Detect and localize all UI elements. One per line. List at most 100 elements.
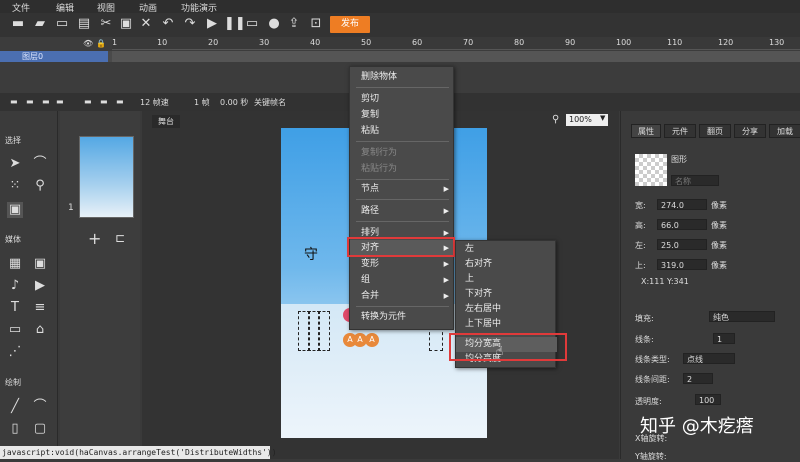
tab-properties[interactable]: 属性 [631, 124, 661, 138]
left-field[interactable]: 25.0 [657, 239, 707, 250]
tab-share[interactable]: 分享 [734, 124, 766, 138]
fill-select[interactable]: 纯色 [709, 311, 775, 322]
submenu-center-horizontal[interactable]: 左右居中 [456, 302, 557, 317]
menu-item-delete[interactable]: 删除物体 [350, 69, 455, 85]
timeline-ruler[interactable]: 1 10 20 30 40 50 60 70 80 90 100 110 120 130 [112, 37, 800, 50]
rect-tool-icon[interactable]: ▯ [7, 421, 23, 437]
line-gap-field[interactable]: 2 [683, 373, 713, 384]
folder-icon[interactable]: ▭ [54, 16, 70, 32]
handle-icon[interactable]: A [365, 333, 379, 347]
lock-icon[interactable]: 🔒 [96, 39, 106, 48]
height-field[interactable]: 66.0 [657, 219, 707, 230]
menu-item-group[interactable]: 组 ▶ [350, 272, 455, 288]
paste-icon[interactable]: ▣ [118, 16, 134, 32]
submenu-center-vertical[interactable]: 上下居中 [456, 317, 557, 332]
pause-icon[interactable]: ❚❚ [224, 16, 246, 32]
layer-row[interactable]: 图层0 [0, 51, 800, 62]
curve-tool-icon[interactable]: ⌒ [32, 399, 48, 415]
menu-item-convert-symbol[interactable]: 转换为元件 [350, 309, 455, 325]
top-field[interactable]: 319.0 [657, 259, 707, 270]
submenu-align-bottom[interactable]: 下对齐 [456, 287, 557, 302]
height-unit: 像素 [711, 221, 727, 230]
tab-load[interactable]: 加载 [769, 124, 800, 138]
line-width-field[interactable]: 1 [713, 333, 735, 344]
menu-item-transform[interactable]: 变形 ▶ [350, 256, 455, 272]
line-tool-icon[interactable]: ╱ [7, 399, 23, 415]
menu-item-path[interactable]: 路径 ▶ [350, 203, 455, 219]
arrow-tool-icon[interactable]: ➤ [7, 156, 23, 172]
import-page-icon[interactable]: ⊏ [115, 231, 125, 245]
submenu-align-top[interactable]: 上 [456, 272, 557, 287]
publish-button[interactable]: 发布 [330, 16, 370, 33]
chart-tool-icon[interactable]: ⋰ [7, 344, 23, 360]
menu-item-paste-behavior: 粘贴行为 [361, 164, 398, 174]
share-icon[interactable]: ⊡ [308, 16, 324, 32]
tab-flip[interactable]: 翻页 [699, 124, 731, 138]
menu-separator [356, 87, 449, 88]
layer-mask-icon[interactable]: ▬ [42, 97, 50, 106]
zoom-tool-icon[interactable]: ⚲ [32, 178, 48, 194]
layer-add-icon[interactable]: ▬ [10, 97, 18, 106]
audio-tool-icon[interactable]: ♪ [7, 278, 23, 294]
video-tool-icon[interactable]: ▶ [32, 278, 48, 294]
transform-tool-icon[interactable]: ⁙ [7, 178, 23, 194]
menu-item-paste[interactable]: 粘贴 [350, 123, 455, 139]
node-tool-icon[interactable]: ⌒ [32, 156, 48, 172]
save-icon[interactable]: ▤ [76, 16, 92, 32]
frame-tool-icon[interactable]: ▣ [7, 202, 23, 218]
paragraph-tool-icon[interactable]: ≡ [32, 300, 48, 316]
stage-tab[interactable]: 舞台 [152, 115, 180, 128]
undo-icon[interactable]: ↶ [160, 16, 176, 32]
play-icon[interactable]: ▶ [204, 16, 220, 32]
ruler-tick: 130 [769, 38, 785, 47]
eye-icon[interactable]: 👁 [83, 39, 93, 48]
keyframe-label: 关键帧名 [254, 98, 286, 107]
tab-components[interactable]: 元件 [664, 124, 696, 138]
line-type-select[interactable]: 点线 [683, 353, 735, 364]
menu-item-group-label: 组 [361, 275, 371, 285]
rotate-y-label: Y轴旋转: [635, 452, 667, 461]
menu-item-merge[interactable]: 合并 ▶ [350, 288, 455, 304]
frame-delete-icon[interactable]: ▬ [116, 97, 124, 106]
menu-item-node[interactable]: 节点 ▶ [350, 181, 455, 197]
record-icon[interactable]: ● [266, 16, 282, 32]
ruler-tick: 90 [565, 38, 576, 47]
layer-folder-icon[interactable]: ▬ [26, 97, 34, 106]
width-field[interactable]: 274.0 [657, 199, 707, 210]
image-tool-icon[interactable]: ▣ [32, 256, 48, 272]
text-tool-icon[interactable]: T [7, 300, 23, 316]
frame-insert-icon[interactable]: ▬ [84, 97, 92, 106]
selection-box[interactable] [318, 311, 330, 351]
chevron-down-icon[interactable]: ▼ [600, 114, 605, 122]
shape-tool-icon[interactable]: ▭ [7, 322, 23, 338]
cut-icon[interactable]: ✂ [98, 16, 114, 32]
time-readout: 0.00 秒 [220, 98, 249, 107]
frame-copy-icon[interactable]: ▬ [100, 97, 108, 106]
redo-icon[interactable]: ↷ [182, 16, 198, 32]
upload-icon[interactable]: ⇪ [286, 16, 302, 32]
menu-item-cut[interactable]: 剪切 [350, 91, 455, 107]
submenu-align-left[interactable]: 左 [456, 242, 557, 257]
name-field[interactable]: 名称 [671, 175, 719, 186]
ruler-tick: 40 [310, 38, 321, 47]
grid-tool-icon[interactable]: ▦ [7, 256, 23, 272]
add-page-icon[interactable]: + [88, 229, 101, 248]
preview-icon[interactable]: ▭ [244, 16, 260, 32]
ruler-tick: 60 [412, 38, 423, 47]
page-thumbnail[interactable] [79, 136, 134, 218]
stage-text[interactable]: 守 [304, 244, 318, 264]
html-tool-icon[interactable]: ⌂ [32, 322, 48, 338]
open-file-icon[interactable]: ▰ [32, 16, 48, 32]
search-icon[interactable]: ⚲ [552, 114, 559, 125]
line-gap-label: 线条间距: [635, 375, 670, 384]
draw-section-title: 绘制 [5, 378, 21, 387]
menu-item-copy[interactable]: 复制 [350, 107, 455, 123]
round-rect-tool-icon[interactable]: ▢ [32, 421, 48, 437]
layer-name[interactable]: 图层0 [0, 51, 108, 62]
layer-delete-icon[interactable]: ▬ [56, 97, 64, 106]
submenu-align-right[interactable]: 右对齐 [456, 257, 557, 272]
layer-track[interactable] [112, 51, 800, 62]
new-file-icon[interactable]: ▬ [10, 16, 26, 32]
close-icon[interactable]: ✕ [138, 16, 154, 32]
opacity-field[interactable]: 100 [695, 394, 721, 405]
